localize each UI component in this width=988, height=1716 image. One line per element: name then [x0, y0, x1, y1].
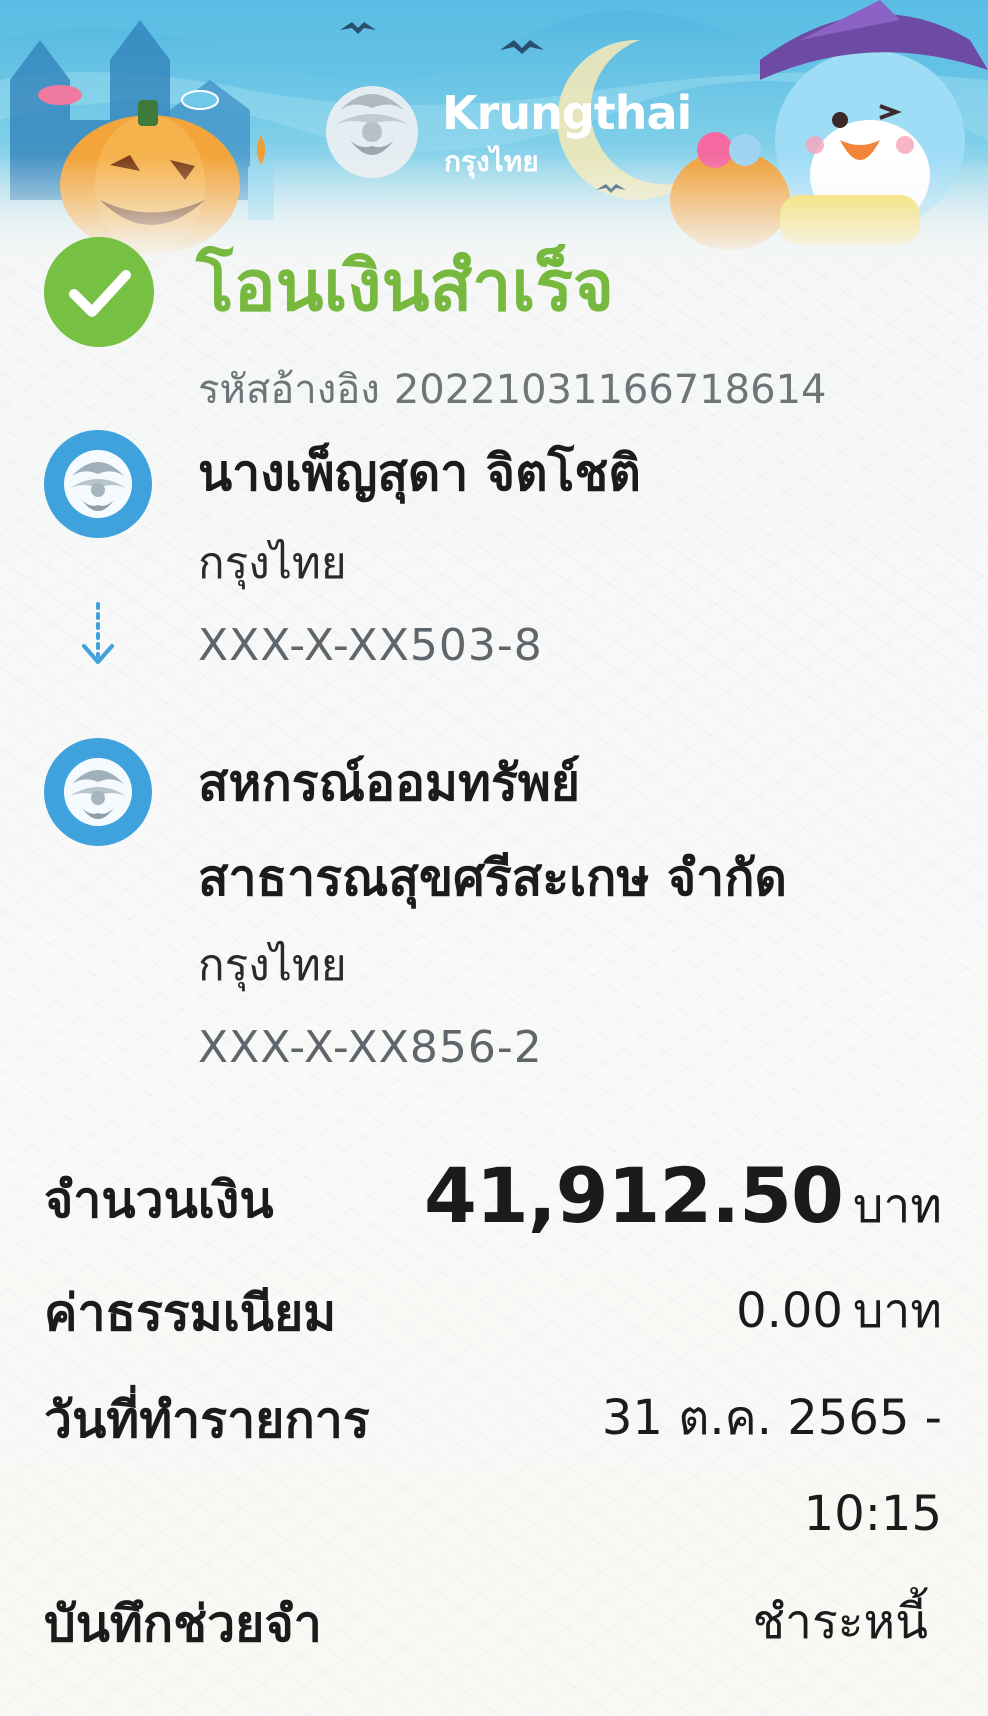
sender-bank-icon	[44, 430, 152, 538]
transfer-slip: โอนเงินสำเร็จ รหัสอ้างอิง 202210311667186…	[0, 0, 988, 1716]
reference-value: 2022103116671861​4	[393, 367, 827, 413]
fee-row-value: 0.00 บาท	[736, 1283, 942, 1341]
status-title: โอนเงินสำเร็จ	[196, 245, 615, 327]
memo-value: ชำระหนี้	[752, 1594, 928, 1650]
fee-unit: บาท	[852, 1283, 942, 1339]
memo-label: บันทึกช่วยจำ	[44, 1595, 322, 1653]
fee-value: 0.00	[736, 1283, 843, 1339]
sender-name: นางเพ็ญสุดา จิตโชติ	[198, 444, 641, 502]
recipient-bank-icon	[44, 738, 152, 846]
sender-account: XXX-X-XX503-8	[198, 620, 543, 671]
arrow-down-icon	[82, 602, 114, 664]
amount-label: จำนวนเงิน	[44, 1171, 274, 1229]
recipient-bank: กรุงไทย	[198, 940, 347, 991]
recipient-name-line1: สหกรณ์ออมทรัพย์	[198, 754, 581, 812]
time-value: 10:15	[803, 1486, 942, 1542]
sender-bank: กรุงไทย	[198, 538, 347, 589]
check-icon	[44, 237, 154, 347]
reference-row: รหัสอ้างอิง 2022103116671861​4	[198, 366, 826, 414]
fee-label: ค่าธรรมเนียม	[44, 1284, 337, 1342]
amount-row-value: 41,912.50 บาท	[424, 1150, 942, 1241]
recipient-name-line2: สาธารณสุขศรีสะเกษ จำกัด	[198, 849, 787, 907]
date-label: วันที่ทำรายการ	[44, 1391, 370, 1449]
reference-label: รหัสอ้างอิง	[198, 367, 380, 413]
recipient-account: XXX-X-XX856-2	[198, 1022, 543, 1073]
date-value: 31 ต.ค. 2565 -	[601, 1390, 942, 1446]
amount-unit: บาท	[852, 1178, 942, 1234]
amount-value: 41,912.50	[424, 1151, 844, 1240]
